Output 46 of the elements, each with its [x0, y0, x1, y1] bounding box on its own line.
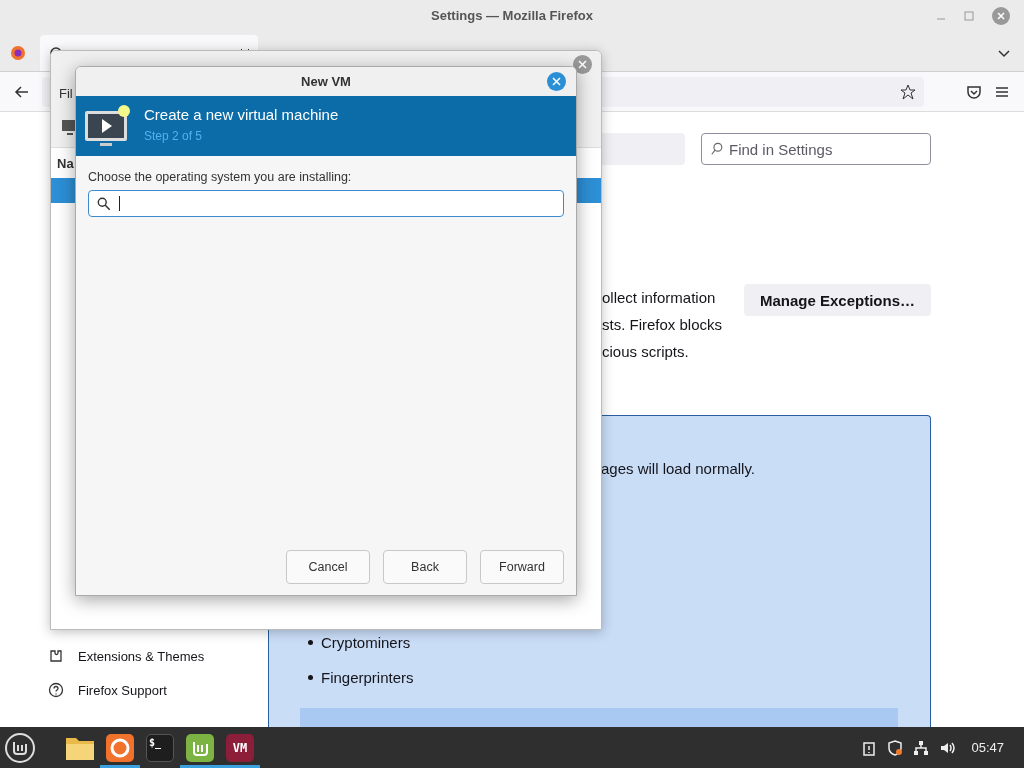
- back-arrow-icon[interactable]: [14, 83, 30, 100]
- column-header[interactable]: Na: [57, 155, 74, 171]
- star-icon[interactable]: [900, 83, 916, 100]
- menu-item[interactable]: Fil: [59, 85, 73, 101]
- dialog-button[interactable]: Back: [383, 550, 467, 584]
- pocket-icon[interactable]: [966, 83, 982, 100]
- shield-icon[interactable]: [887, 739, 904, 756]
- list-item: Cryptominers: [321, 634, 411, 651]
- sidebar-item[interactable]: Firefox Support: [48, 682, 268, 698]
- dialog-button[interactable]: Forward: [480, 550, 564, 584]
- text-cursor: [119, 196, 120, 211]
- help-icon: [48, 682, 64, 698]
- close-icon: [578, 60, 587, 69]
- search-field[interactable]: Find in Settings: [701, 133, 931, 165]
- close-icon: [552, 77, 561, 86]
- close-button[interactable]: [573, 55, 592, 74]
- puzzle-icon: [48, 648, 64, 664]
- window-title: Settings — Mozilla Firefox: [431, 7, 593, 23]
- network-icon[interactable]: [913, 739, 930, 756]
- os-search-field[interactable]: [88, 190, 564, 217]
- description-text: sts. Firefox blocks: [602, 315, 723, 335]
- bullet-dot: [308, 640, 313, 645]
- wizard-title: Create a new virtual machine: [144, 105, 339, 123]
- description-text: ollect information: [602, 288, 717, 308]
- step-indicator: Step 2 of 5: [144, 128, 204, 143]
- search-icon: [97, 196, 111, 211]
- description-text: cious scripts.: [602, 342, 690, 362]
- close-icon[interactable]: [992, 7, 1010, 25]
- clock[interactable]: 05:47: [971, 740, 1004, 755]
- manage-exceptions-button[interactable]: Manage Exceptions…: [743, 284, 931, 316]
- prompt-text: Choose the operating system you are installing:: [88, 170, 353, 184]
- clipboard-icon[interactable]: [861, 739, 878, 756]
- vm-icon[interactable]: VM: [226, 733, 254, 762]
- search-icon: [710, 142, 724, 156]
- firefox-icon[interactable]: [106, 733, 134, 762]
- dialog-title: New VM: [301, 74, 351, 89]
- notice-text: ages will load normally.: [601, 460, 756, 477]
- sidebar-item[interactable]: Extensions & Themes: [48, 648, 268, 664]
- terminal-icon[interactable]: $_: [146, 733, 174, 762]
- mint-menu-icon[interactable]: [4, 731, 36, 764]
- bullet-dot: [308, 675, 313, 680]
- dialog-button[interactable]: Cancel: [286, 550, 370, 584]
- close-button[interactable]: [547, 72, 566, 91]
- list-item: Fingerprinters: [321, 669, 414, 686]
- mint-logo-icon[interactable]: [186, 733, 214, 762]
- monitor-play-icon: [84, 103, 132, 149]
